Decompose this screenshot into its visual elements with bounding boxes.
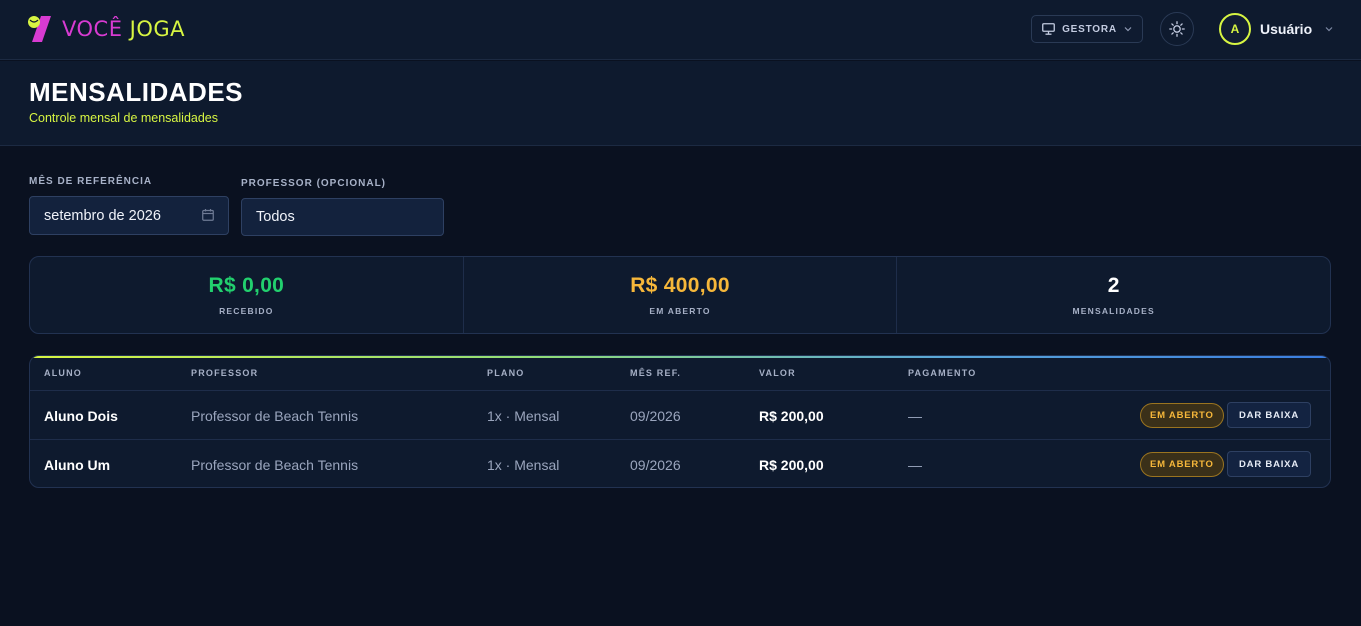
stat-value: R$ 0,00 [208, 274, 285, 297]
chevron-down-icon [1124, 27, 1132, 32]
page-title: MENSALIDADES [29, 77, 244, 107]
month-input[interactable]: setembro de 2026 [29, 196, 229, 235]
cell-valor: R$ 200,00 [759, 456, 824, 473]
top-bar: VOCÊ JOGA GESTORA A Usuário [0, 0, 1361, 60]
header-valor: VALOR [759, 368, 796, 378]
teacher-select[interactable]: Todos [241, 198, 444, 236]
stat-label: RECEBIDO [219, 306, 274, 316]
month-filter-label: MÊS DE REFERÊNCIA [29, 176, 153, 187]
brand-word-1: VOCÊ [62, 17, 123, 41]
cell-plano: 1x · Mensal [487, 456, 560, 473]
status-badge: EM ABERTO [1140, 452, 1224, 477]
stat-count: 2 MENSALIDADES [897, 257, 1330, 333]
stat-label: MENSALIDADES [1072, 306, 1155, 316]
teacher-value: Todos [256, 209, 295, 225]
cell-pagamento: — [908, 407, 922, 424]
calendar-icon[interactable] [202, 209, 214, 221]
teacher-filter-label: PROFESSOR (OPCIONAL) [241, 178, 387, 189]
cell-aluno: Aluno Um [44, 456, 111, 473]
month-value: setembro de 2026 [44, 207, 161, 224]
page-header: MENSALIDADES Controle mensal de mensalid… [0, 61, 1361, 146]
cell-pagamento: — [908, 456, 922, 473]
chevron-down-icon [1325, 27, 1333, 32]
user-menu[interactable]: A Usuário [1219, 13, 1333, 45]
brand-logo[interactable]: VOCÊ JOGA [26, 14, 185, 44]
cell-valor: R$ 200,00 [759, 407, 824, 424]
table-row: Aluno Um Professor de Beach Tennis 1x · … [30, 439, 1330, 487]
cell-mes: 09/2026 [630, 456, 681, 473]
role-switcher-button[interactable]: GESTORA [1031, 15, 1143, 43]
avatar: A [1219, 13, 1251, 45]
role-label: GESTORA [1062, 23, 1117, 35]
cell-professor: Professor de Beach Tennis [191, 456, 359, 473]
status-badge: EM ABERTO [1140, 403, 1224, 428]
monitor-icon [1042, 23, 1055, 35]
table-row: Aluno Dois Professor de Beach Tennis 1x … [30, 390, 1330, 439]
stat-value: R$ 400,00 [630, 274, 730, 297]
dar-baixa-button[interactable]: DAR BAIXA [1227, 451, 1311, 477]
cell-professor: Professor de Beach Tennis [191, 407, 359, 424]
stat-label: EM ABERTO [649, 306, 711, 316]
sun-icon [1169, 21, 1185, 37]
stat-received: R$ 0,00 RECEBIDO [30, 257, 464, 333]
header-pagamento: PAGAMENTO [908, 368, 977, 378]
cell-plano: 1x · Mensal [487, 407, 560, 424]
cell-mes: 09/2026 [630, 407, 681, 424]
user-name: Usuário [1260, 21, 1313, 37]
cell-aluno: Aluno Dois [44, 407, 118, 424]
page-subtitle: Controle mensal de mensalidades [29, 111, 218, 125]
header-aluno: ALUNO [44, 368, 82, 378]
dar-baixa-button[interactable]: DAR BAIXA [1227, 402, 1311, 428]
logo-mark-icon [28, 16, 51, 42]
table-accent-bar [30, 356, 1330, 358]
stat-value: 2 [1107, 274, 1120, 297]
header-mes: MÊS REF. [630, 368, 682, 378]
header-professor: PROFESSOR [191, 368, 259, 378]
brand-word-2: JOGA [129, 17, 186, 41]
payments-table: ALUNO PROFESSOR PLANO MÊS REF. VALOR PAG… [29, 355, 1331, 488]
stat-open: R$ 400,00 EM ABERTO [464, 257, 898, 333]
theme-toggle-button[interactable] [1160, 12, 1194, 46]
header-plano: PLANO [487, 368, 525, 378]
summary-stats: R$ 0,00 RECEBIDO R$ 400,00 EM ABERTO 2 M… [29, 256, 1331, 334]
